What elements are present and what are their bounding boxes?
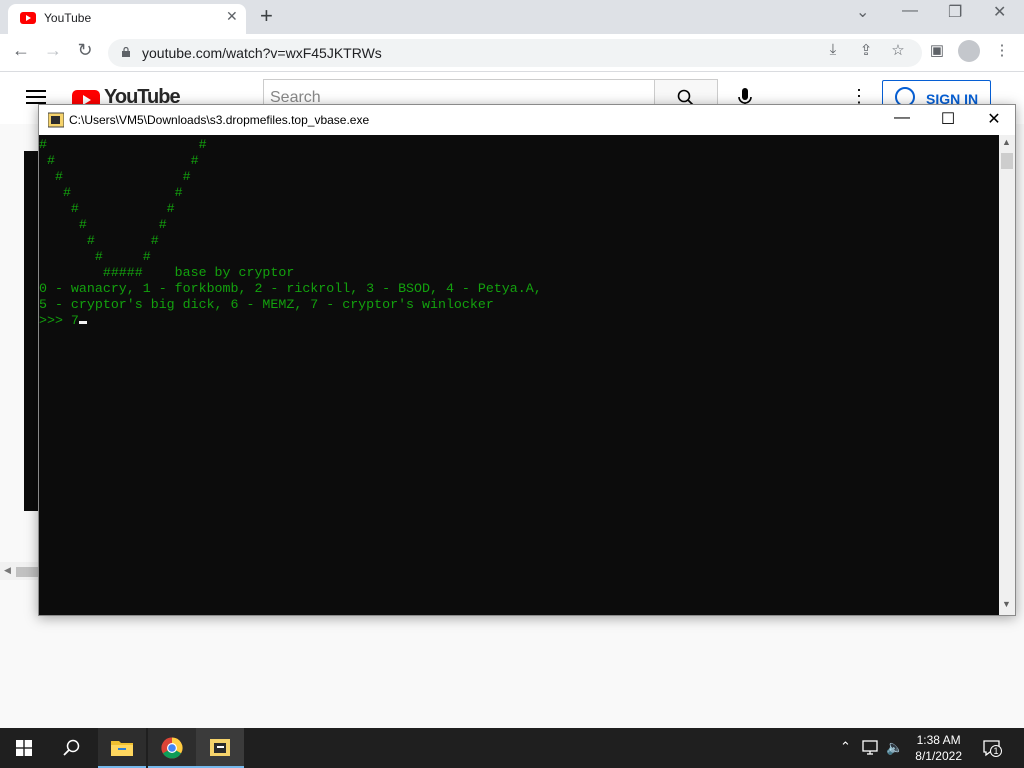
- console-prompt[interactable]: >>> 7: [39, 313, 79, 328]
- search-icon: [63, 739, 80, 756]
- console-text: # # # # # # # # # # # # # # # # ##### ba…: [39, 137, 542, 329]
- console-vertical-scrollbar[interactable]: ▲ ▼: [999, 135, 1015, 615]
- console-line: # #: [39, 185, 183, 200]
- text-cursor: [78, 321, 87, 324]
- page-horizontal-scrollbar[interactable]: ◀: [0, 562, 40, 580]
- console-line: 0 - wanacry, 1 - forkbomb, 2 - rickroll,…: [39, 281, 542, 296]
- new-tab-button[interactable]: +: [260, 4, 273, 28]
- console-maximize-button[interactable]: ☐: [925, 109, 971, 129]
- console-line: # #: [39, 153, 199, 168]
- tab-title: YouTube: [44, 11, 92, 25]
- horizontal-scroll-thumb[interactable]: [16, 567, 38, 577]
- console-line: # #: [39, 137, 207, 152]
- notification-count-badge: 1: [990, 745, 1002, 757]
- back-arrow-icon[interactable]: ←: [8, 40, 34, 61]
- address-bar[interactable]: youtube.com/watch?v=wxF45JKTRWs: [108, 39, 922, 67]
- console-window[interactable]: C:\Users\VM5\Downloads\s3.dropmefiles.to…: [38, 104, 1016, 616]
- console-line: # #: [39, 233, 159, 248]
- bookmark-star-icon[interactable]: ☆: [888, 41, 908, 59]
- network-icon[interactable]: [862, 740, 880, 756]
- console-prompt-line: >>> 7: [39, 313, 542, 329]
- scroll-down-arrow-icon[interactable]: ▼: [1002, 599, 1011, 609]
- console-titlebar[interactable]: C:\Users\VM5\Downloads\s3.dropmefiles.to…: [39, 105, 1015, 135]
- vertical-scroll-thumb[interactable]: [1001, 153, 1013, 169]
- taskbar-file-explorer[interactable]: [98, 728, 146, 768]
- tab-close-button[interactable]: ✕: [226, 8, 238, 25]
- console-line: # #: [39, 217, 167, 232]
- console-app-icon: [48, 112, 64, 128]
- scroll-up-arrow-icon[interactable]: ▲: [1002, 137, 1011, 147]
- console-output[interactable]: # # # # # # # # # # # # # # # # ##### ba…: [39, 135, 999, 615]
- file-explorer-icon: [111, 741, 133, 756]
- console-minimize-button[interactable]: —: [879, 109, 925, 127]
- tab-search-dropdown-button[interactable]: ⌄: [856, 2, 869, 22]
- console-line: # #: [39, 249, 151, 264]
- browser-toolbar: ← → ↻ youtube.com/watch?v=wxF45JKTRWs ⤓ …: [0, 34, 1024, 72]
- browser-close-button[interactable]: ✕: [993, 2, 1006, 22]
- scroll-left-arrow-icon[interactable]: ◀: [4, 565, 11, 576]
- browser-tab-strip: YouTube ✕ + ⌄ — ❐ ✕: [0, 0, 1024, 34]
- side-panel-icon[interactable]: ▣: [927, 41, 947, 59]
- volume-icon[interactable]: 🔈: [886, 739, 903, 756]
- browser-minimize-button[interactable]: —: [902, 2, 918, 20]
- console-app-icon: [210, 739, 230, 756]
- notification-icon[interactable]: 1: [982, 738, 1002, 758]
- clock-time: 1:38 AM: [916, 733, 961, 747]
- browser-menu-icon[interactable]: ⋮: [992, 41, 1012, 59]
- console-line: # #: [39, 201, 175, 216]
- forward-arrow-icon[interactable]: →: [40, 40, 66, 61]
- console-line: # #: [39, 169, 191, 184]
- taskbar-search-button[interactable]: [48, 728, 96, 768]
- install-app-icon[interactable]: ⤓: [823, 41, 843, 58]
- taskbar-chrome[interactable]: [148, 728, 196, 768]
- taskbar-console-app[interactable]: [196, 728, 244, 768]
- share-icon[interactable]: ⇪: [856, 41, 876, 59]
- url-text[interactable]: youtube.com/watch?v=wxF45JKTRWs: [142, 45, 382, 61]
- chevron-up-icon[interactable]: ⌃: [840, 739, 851, 755]
- console-window-title: C:\Users\VM5\Downloads\s3.dropmefiles.to…: [69, 113, 370, 127]
- clock-date: 8/1/2022: [915, 749, 962, 763]
- browser-restore-button[interactable]: ❐: [948, 2, 962, 22]
- start-button[interactable]: [0, 728, 48, 768]
- lock-icon: [122, 47, 130, 57]
- profile-avatar-icon[interactable]: [958, 40, 980, 62]
- console-line: 5 - cryptor's big dick, 6 - MEMZ, 7 - cr…: [39, 297, 494, 312]
- reload-icon[interactable]: ↻: [72, 40, 98, 61]
- clock[interactable]: 1:38 AM 8/1/2022: [915, 732, 962, 764]
- chrome-icon: [161, 737, 183, 759]
- console-line: ##### base by cryptor: [39, 265, 295, 280]
- youtube-favicon-icon: [20, 12, 36, 24]
- tab-youtube[interactable]: YouTube ✕: [8, 4, 246, 34]
- windows-start-icon: [16, 740, 32, 756]
- windows-taskbar: ⌃ 🔈 1:38 AM 8/1/2022 1: [0, 728, 1024, 768]
- console-close-button[interactable]: ✕: [971, 109, 1017, 129]
